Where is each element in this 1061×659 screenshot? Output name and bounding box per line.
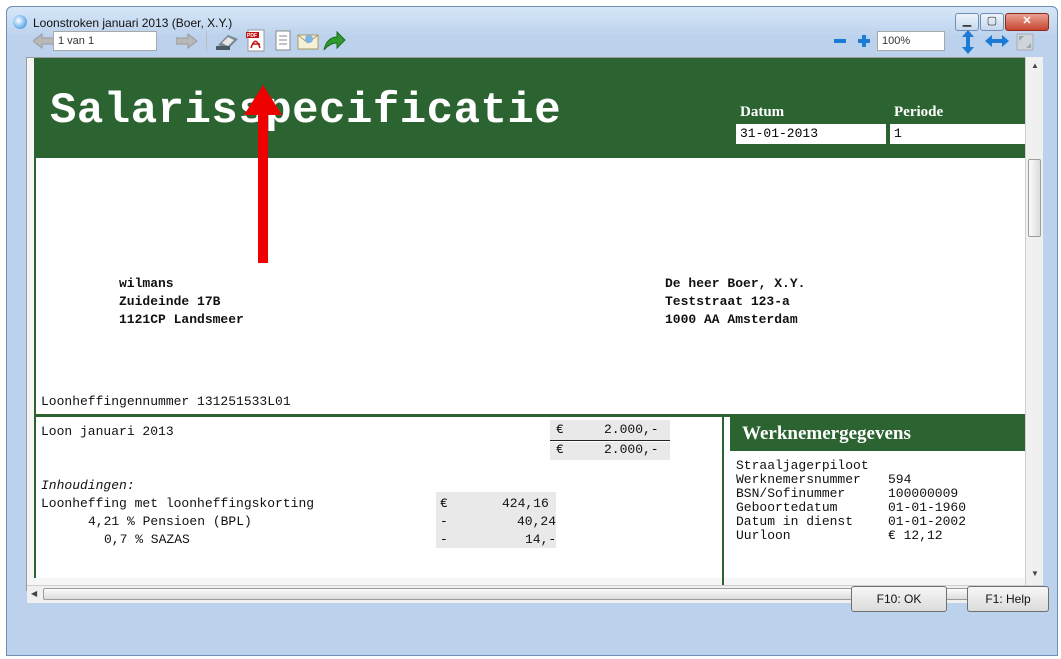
scroll-up-icon[interactable]: ▲	[1031, 61, 1039, 70]
row2-label: 4,21 % Pensioen (BPL)	[88, 514, 252, 529]
payslip-page: Salarisspecificatie Datum Periode 31-01-…	[34, 58, 1035, 587]
ok-button[interactable]: F10: OK	[851, 586, 947, 612]
document-icon[interactable]	[274, 30, 292, 52]
help-button[interactable]: F1: Help	[967, 586, 1049, 612]
vertical-scroll-thumb[interactable]	[1028, 159, 1041, 237]
werknemer-row-value: 100000009	[888, 486, 959, 501]
employee-name: De heer Boer, X.Y.	[665, 276, 806, 291]
row1-label: Loonheffing met loonheffingskorting	[41, 496, 315, 511]
forward-arrow-icon[interactable]	[176, 33, 198, 49]
loonheffing-number: Loonheffingennummer 131251533L01	[41, 394, 291, 409]
periode-value: 1	[890, 124, 1035, 144]
werknemer-row-value: 01-01-2002	[888, 514, 967, 529]
loon-amount: 2.000,-	[604, 422, 659, 437]
row2-sign: -	[440, 514, 448, 529]
app-icon	[13, 15, 27, 29]
export-arrow-icon[interactable]	[322, 30, 346, 52]
employer-city: 1121CP Landsmeer	[119, 312, 244, 327]
email-icon[interactable]	[297, 31, 321, 51]
back-arrow-icon[interactable]	[33, 33, 55, 49]
zoom-field[interactable]: 100%	[877, 31, 945, 51]
maximize-button[interactable]: ▢	[980, 13, 1004, 31]
werknemer-row-label: Uurloon	[736, 528, 791, 543]
close-button[interactable]: ✕	[1005, 13, 1049, 31]
header-band: Salarisspecificatie Datum Periode 31-01-…	[36, 58, 1035, 158]
employee-function: Straaljagerpiloot	[736, 458, 869, 473]
column-divider	[722, 417, 724, 587]
werknemer-heading: Werknemergegevens	[742, 423, 911, 444]
scroll-left-icon[interactable]: ◀	[31, 589, 37, 598]
document-viewer[interactable]: Salarisspecificatie Datum Periode 31-01-…	[26, 57, 1042, 591]
pdf-icon[interactable]: PDF	[245, 29, 267, 53]
row3-sign: -	[440, 532, 448, 547]
row1-sign: €	[440, 496, 448, 511]
loon-label: Loon januari 2013	[41, 424, 174, 439]
printer-icon[interactable]	[214, 31, 240, 53]
datum-value: 31-01-2013	[736, 124, 886, 144]
red-arrow-shaft	[258, 103, 268, 263]
zoom-in-icon[interactable]	[856, 33, 872, 49]
werknemer-row-label: Datum in dienst	[736, 514, 854, 529]
minimize-button[interactable]: ▁	[955, 13, 979, 31]
werknemer-heading-band: Werknemergegevens	[730, 417, 1030, 451]
werknemer-row-label: Geboortedatum	[736, 500, 838, 515]
row2-amount: 40,24	[517, 514, 557, 529]
page-indicator-field[interactable]: 1 van 1	[53, 31, 157, 51]
toolbar-divider	[206, 31, 207, 51]
scroll-down-icon[interactable]: ▼	[1031, 569, 1039, 578]
fit-page-icon[interactable]	[1016, 33, 1034, 51]
row3-label: 0,7 % SAZAS	[104, 532, 190, 547]
employee-address: Teststraat 123-a	[665, 294, 790, 309]
loon-total-currency: €	[556, 442, 564, 457]
loon-total-amount: 2.000,-	[604, 442, 659, 457]
werknemer-row-label: BSN/Sofinummer	[736, 486, 846, 501]
fit-height-icon[interactable]	[962, 30, 974, 54]
fit-width-icon[interactable]	[985, 35, 1009, 47]
window-title: Loonstroken januari 2013 (Boer, X.Y.)	[33, 16, 233, 30]
inhoudingen-label: Inhoudingen:	[41, 478, 135, 493]
zoom-out-icon[interactable]	[833, 35, 847, 47]
vertical-scrollbar[interactable]: ▲ ▼	[1025, 57, 1043, 585]
sum-line	[550, 440, 670, 441]
datum-label: Datum	[740, 104, 785, 120]
werknemer-row-value: 594	[888, 472, 912, 487]
employer-address: Zuideinde 17B	[119, 294, 221, 309]
employer-name: wilmans	[119, 276, 174, 291]
row3-amount: 14,-	[525, 532, 557, 547]
row1-amount: 424,16	[502, 496, 549, 511]
document-title: Salarisspecificatie	[50, 86, 562, 136]
werknemer-row-value: € 12,12	[888, 528, 943, 543]
svg-text:PDF: PDF	[247, 33, 257, 39]
periode-label: Periode	[894, 104, 944, 120]
werknemer-row-label: Werknemersnummer	[736, 472, 861, 487]
werknemer-row-value: 01-01-1960	[888, 500, 967, 515]
loon-currency: €	[556, 422, 564, 437]
employee-city: 1000 AA Amsterdam	[665, 312, 798, 327]
